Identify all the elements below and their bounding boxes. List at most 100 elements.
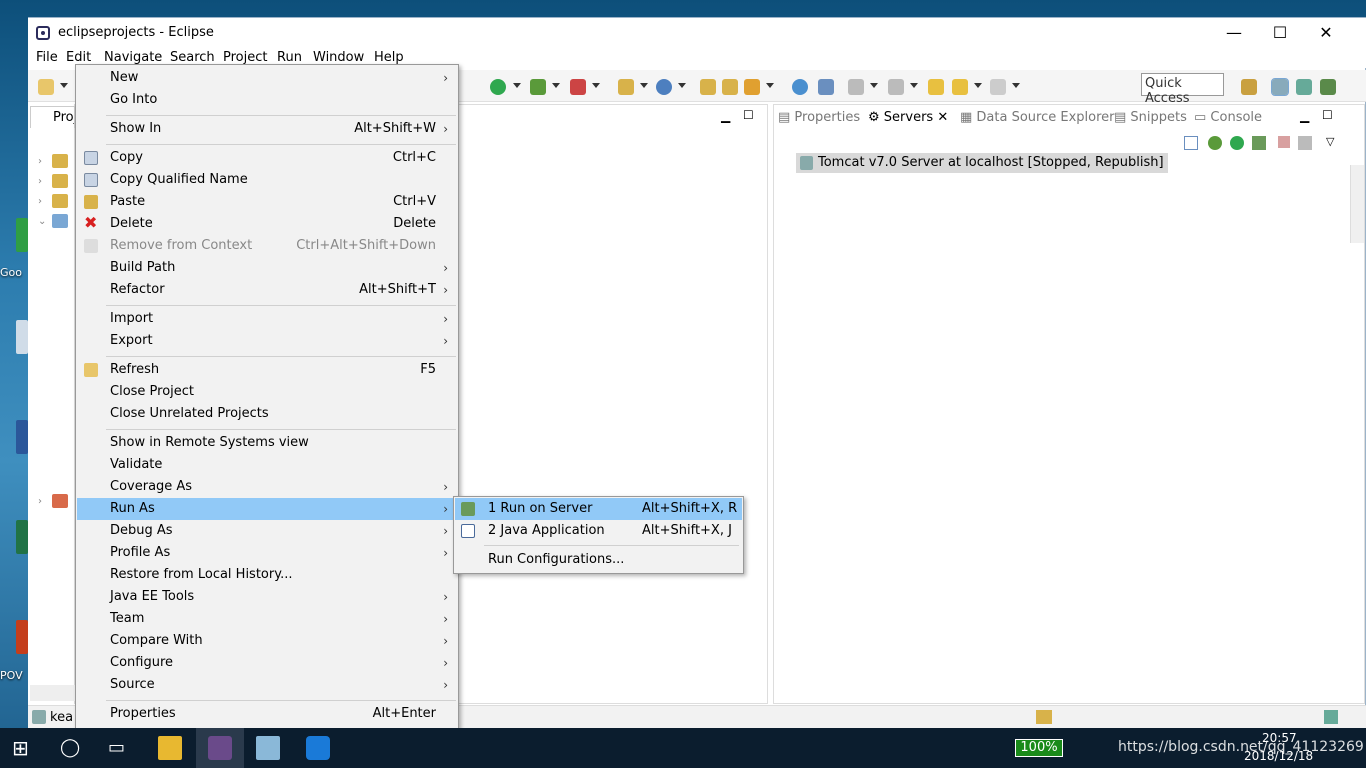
search-icon[interactable] [818,79,834,95]
new-class-icon[interactable] [656,79,672,95]
menu-item-build-path[interactable]: Build Path › [77,257,457,279]
menu-item-refactor[interactable]: Refactor Alt+Shift+T › [77,279,457,301]
chevron-down-icon[interactable] [513,83,521,88]
menu-help[interactable]: Help [374,50,404,65]
java-ee-perspective-icon[interactable] [1271,78,1289,96]
menu-item-compare-with[interactable]: Compare With › [77,630,457,652]
menu-item-validate[interactable]: Validate [77,454,457,476]
tab-console[interactable]: ▭ Console [1194,110,1262,125]
tree-collapse-arrow[interactable]: ⌄ [38,216,46,227]
chevron-down-icon[interactable] [870,83,878,88]
menu-run[interactable]: Run [277,50,302,65]
menu-item-configure[interactable]: Configure › [77,652,457,674]
tree-expand-arrow[interactable]: › [38,496,42,507]
chevron-down-icon[interactable] [1012,83,1020,88]
menu-item-new[interactable]: New › [77,67,457,89]
publish-icon[interactable] [1298,136,1312,150]
quick-access-input[interactable]: Quick Access [1141,73,1224,106]
battery-indicator[interactable]: 100% [1015,739,1063,757]
minimize-view-icon[interactable]: ▁ [1300,109,1309,123]
open-folder-icon[interactable] [722,79,738,95]
tab-servers[interactable]: ⚙ Servers ✕ [868,110,948,125]
menu-edit[interactable]: Edit [66,50,91,65]
menu-item-refresh[interactable]: Refresh F5 [77,359,457,381]
menu-item-go-into[interactable]: Go Into [77,89,457,111]
clock-date[interactable]: 2018/12/18 [1244,749,1313,763]
chevron-down-icon[interactable] [552,83,560,88]
globe-icon[interactable] [792,79,808,95]
tab-data-source-explorer[interactable]: ▦ Data Source Explorer [960,110,1115,125]
view-menu-chevron-down-icon[interactable]: ▽ [1326,135,1334,148]
submenu-item-java-application[interactable]: 2 Java Application Alt+Shift+X, J [455,520,742,542]
task-view-icon[interactable]: ▭ [108,736,132,760]
minimize-view-icon[interactable]: ▁ [721,109,730,123]
chevron-down-icon[interactable] [910,83,918,88]
chevron-down-icon[interactable] [592,83,600,88]
word-desktop-icon[interactable] [16,420,28,454]
minimize-button[interactable]: — [1211,18,1257,48]
stop-server-icon[interactable] [1278,136,1290,148]
menu-item-import[interactable]: Import › [77,308,457,330]
menu-item-source[interactable]: Source › [77,674,457,696]
debug-perspective-icon[interactable] [1320,79,1336,95]
horizontal-scrollbar[interactable] [30,685,75,701]
maximize-view-icon[interactable]: ☐ [1322,108,1333,122]
menu-item-show-in-remote-systems[interactable]: Show in Remote Systems view [77,432,457,454]
menu-item-show-in[interactable]: Show In Alt+Shift+W › [77,118,457,140]
close-button[interactable]: ✕ [1303,18,1349,48]
external-tools-icon[interactable] [570,79,586,95]
menu-item-run-as[interactable]: Run As › [77,498,457,520]
menu-item-paste[interactable]: Paste Ctrl+V [77,191,457,213]
notification-icon[interactable] [1324,710,1338,724]
file-desktop-icon[interactable] [16,320,28,354]
start-server-icon[interactable] [1230,136,1244,150]
collapse-all-icon[interactable] [1184,136,1198,150]
windows-start-icon[interactable]: ⊞ [12,736,36,760]
chevron-down-icon[interactable] [60,83,68,88]
chrome-desktop-icon[interactable] [16,218,28,252]
last-edit-icon[interactable] [928,79,944,95]
menu-item-copy-qualified-name[interactable]: Copy Qualified Name [77,169,457,191]
server-status-icon[interactable] [1036,710,1052,724]
title-bar[interactable]: eclipseprojects - Eclipse — ☐ ✕ [28,18,1366,48]
menu-file[interactable]: File [36,50,58,65]
menu-item-java-ee-tools[interactable]: Java EE Tools › [77,586,457,608]
menu-item-properties[interactable]: Properties Alt+Enter [77,703,457,725]
menu-navigate[interactable]: Navigate [104,50,162,65]
pen-icon[interactable] [744,79,760,95]
tree-expand-arrow[interactable]: › [38,156,42,167]
menu-item-delete[interactable]: ✖ Delete Delete [77,213,457,235]
tab-properties[interactable]: ▤ Properties [778,110,860,125]
chevron-down-icon[interactable] [974,83,982,88]
app-taskbar-icon[interactable] [256,736,280,760]
maximize-button[interactable]: ☐ [1257,18,1303,48]
clock-time[interactable]: 20:57 [1262,731,1297,745]
file-explorer-icon[interactable] [158,736,182,760]
menu-item-close-project[interactable]: Close Project [77,381,457,403]
java-perspective-icon[interactable] [1296,79,1312,95]
powerpoint-desktop-icon[interactable] [16,620,28,654]
menu-item-remove-from-context[interactable]: Remove from Context Ctrl+Alt+Shift+Down [77,235,457,257]
menu-search[interactable]: Search [170,50,215,65]
menu-project[interactable]: Project [223,50,267,65]
menu-item-debug-as[interactable]: Debug As › [77,520,457,542]
submenu-item-run-configurations[interactable]: Run Configurations... [455,549,742,571]
menu-item-coverage-as[interactable]: Coverage As › [77,476,457,498]
forward-icon[interactable] [990,79,1006,95]
open-type-icon[interactable] [700,79,716,95]
tree-expand-arrow[interactable]: › [38,196,42,207]
tree-expand-arrow[interactable]: › [38,176,42,187]
back-icon[interactable] [952,79,968,95]
server-entry-row[interactable]: Tomcat v7.0 Server at localhost [Stopped… [796,153,1168,173]
chevron-down-icon[interactable] [678,83,686,88]
run-server-icon[interactable] [530,79,546,95]
next-annotation-icon[interactable] [848,79,864,95]
chevron-down-icon[interactable] [766,83,774,88]
maximize-view-icon[interactable]: ☐ [743,108,754,122]
submenu-item-run-on-server[interactable]: 1 Run on Server Alt+Shift+X, R [455,498,742,520]
menu-item-team[interactable]: Team › [77,608,457,630]
menu-item-profile-as[interactable]: Profile As › [77,542,457,564]
debug-server-icon[interactable] [1208,136,1222,150]
phone-app-taskbar-icon[interactable] [306,736,330,760]
menu-item-close-unrelated-projects[interactable]: Close Unrelated Projects [77,403,457,425]
